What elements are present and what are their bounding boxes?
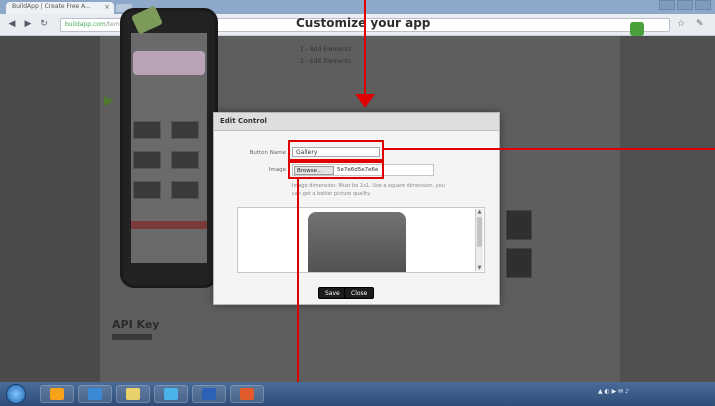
taskbar: ▲ ◐ ▶ ✉ ♪ — [0, 382, 715, 406]
window-controls — [659, 0, 711, 10]
minimize-button[interactable] — [659, 0, 675, 10]
reload-icon[interactable]: ↻ — [38, 18, 50, 30]
element-tile — [506, 210, 532, 240]
step-item: 2 - Edit Elements — [300, 58, 352, 65]
page-right-column — [620, 36, 715, 382]
maximize-button[interactable] — [677, 0, 693, 10]
back-icon[interactable]: ◀ — [6, 18, 18, 30]
annotation-line — [297, 179, 299, 406]
scroll-thumb[interactable] — [477, 217, 482, 247]
close-button[interactable]: Close — [344, 287, 375, 299]
taskbar-button[interactable] — [116, 385, 150, 403]
briefcase-icon — [308, 212, 406, 272]
forward-icon[interactable]: ▶ — [22, 18, 34, 30]
image-hint-text: Image dimension: Must be 1x1. Use a squa… — [292, 183, 445, 197]
preview-scrollbar[interactable]: ▲ ▼ — [475, 209, 483, 271]
browser-titlebar: BuildApp | Create Free A... × — [0, 0, 715, 14]
start-orb-icon[interactable] — [6, 384, 26, 404]
save-button[interactable]: Save — [318, 287, 347, 299]
image-preview-box: ▲ ▼ — [237, 207, 485, 273]
scroll-up-icon[interactable]: ▲ — [476, 209, 483, 215]
page-left-margin — [0, 36, 100, 382]
star-icon[interactable]: ☆ — [677, 19, 685, 29]
folder-icon — [126, 388, 140, 400]
phone-tile — [133, 151, 161, 169]
phone-tile — [133, 181, 161, 199]
android-icon[interactable] — [630, 22, 644, 36]
close-window-button[interactable] — [695, 0, 711, 10]
taskbar-button[interactable] — [230, 385, 264, 403]
phone-tile — [171, 181, 199, 199]
taskbar-button[interactable] — [78, 385, 112, 403]
phone-tile — [171, 121, 199, 139]
phone-bottom-bar — [131, 221, 207, 229]
step-item: 1 - Add Elements — [300, 46, 352, 53]
taskbar-button[interactable] — [154, 385, 188, 403]
tab-close-icon[interactable]: × — [104, 3, 110, 11]
scroll-down-icon[interactable]: ▼ — [476, 265, 483, 271]
url-domain: buildapp.com — [65, 21, 106, 28]
element-tile — [506, 248, 532, 278]
phone-preview — [120, 8, 218, 288]
api-key-heading: API Key — [112, 318, 160, 331]
explorer-icon — [88, 388, 102, 400]
media-icon — [164, 388, 178, 400]
taskbar-button[interactable] — [192, 385, 226, 403]
taskbar-button[interactable] — [40, 385, 74, 403]
annotation-arrow-line — [364, 0, 366, 100]
annotation-box-image — [288, 161, 384, 179]
button-name-label: Button Name — [249, 150, 286, 156]
dialog-title: Edit Control — [214, 113, 499, 131]
browser-icon — [240, 388, 254, 400]
tab-title: BuildApp | Create Free A... — [12, 3, 91, 10]
phone-tile — [133, 121, 161, 139]
document-icon — [202, 388, 216, 400]
system-tray[interactable]: ▲ ◐ ▶ ✉ ♪ — [598, 388, 629, 395]
api-key-value — [112, 334, 152, 340]
clock[interactable] — [684, 386, 686, 394]
image-label: Image — [268, 167, 286, 173]
annotation-arrow-head — [355, 94, 375, 108]
wrench-icon[interactable]: ✎ — [696, 19, 704, 29]
browser-tab[interactable]: BuildApp | Create Free A... × — [6, 2, 114, 14]
phone-banner — [133, 51, 205, 75]
steps-list: 1 - Add Elements 2 - Edit Elements — [300, 44, 351, 68]
chrome-icon — [50, 388, 64, 400]
annotation-box-name — [288, 140, 384, 161]
annotation-line — [384, 148, 715, 150]
phone-tile — [171, 151, 199, 169]
